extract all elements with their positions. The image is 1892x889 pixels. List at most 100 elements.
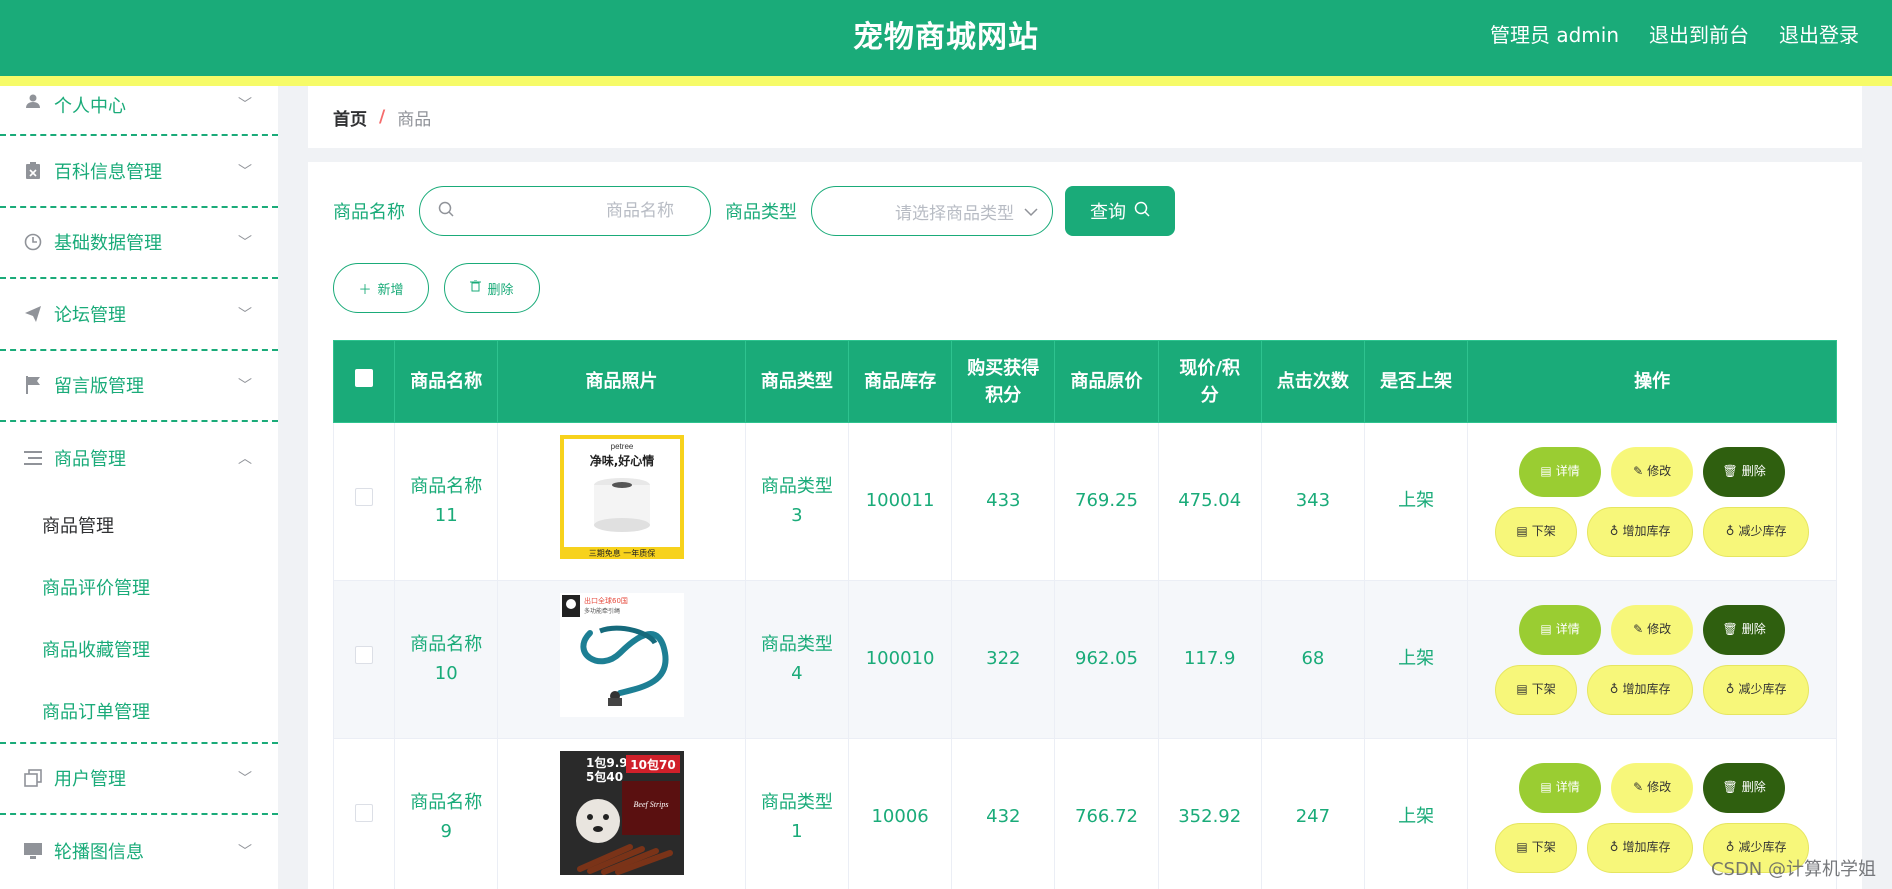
col-header-points: 购买获得 积分 xyxy=(951,340,1056,423)
cell-type: 商品类型 4 xyxy=(744,580,850,739)
bulb-icon: ♁ xyxy=(1609,523,1619,538)
search-row: 商品名称 商品类型 请选择商品类型 查询 xyxy=(333,186,1175,236)
name-line1: 商品名称 xyxy=(410,791,483,813)
menu-personal-center[interactable]: 个人中心 ﹀ xyxy=(0,86,278,136)
off-shelf-button[interactable]: ▤ 下架 xyxy=(1495,506,1578,557)
product-photo-leash[interactable]: 出口全球60国 多功能牵引绳 xyxy=(559,592,684,717)
menu-message-board[interactable]: 留言版管理 ﹀ xyxy=(0,351,278,422)
col-header-clicks: 点击次数 xyxy=(1260,340,1366,423)
off-shelf-button[interactable]: ▤ 下架 xyxy=(1495,664,1578,715)
select-all-cell xyxy=(333,340,396,423)
query-button[interactable]: 查询 xyxy=(1065,186,1175,236)
add-button[interactable]: ＋ 新增 xyxy=(333,263,429,313)
select-all-checkbox[interactable] xyxy=(355,369,374,387)
menu-label: 个人中心 xyxy=(54,96,126,117)
edit-icon: ✎ xyxy=(1633,621,1644,636)
menu-forum[interactable]: 论坛管理 ﹀ xyxy=(0,279,278,351)
edit-button[interactable]: ✎ 修改 xyxy=(1611,762,1694,813)
product-submenu: 商品管理 商品评价管理 商品收藏管理 商品订单管理 xyxy=(0,494,278,744)
bulb-icon: ♁ xyxy=(1725,523,1735,538)
submenu-item-product-review[interactable]: 商品评价管理 xyxy=(0,556,278,618)
clock-icon xyxy=(24,233,42,251)
photo-tag1: 出口全球60国 xyxy=(584,596,628,605)
chevron-down-icon: ﹀ xyxy=(238,843,252,860)
breadcrumb-home[interactable]: 首页 xyxy=(333,105,367,130)
menu-label: 论坛管理 xyxy=(54,304,126,326)
detail-button[interactable]: ▤ 详情 xyxy=(1519,446,1602,497)
cell-operations: ▤ 详情 ✎ 修改 🗑 删除 ▤ 下架 ♁ 增加库存 ♁ 减少库存 xyxy=(1467,580,1837,739)
menu-encyclopedia[interactable]: 百科信息管理 ﹀ xyxy=(0,136,278,208)
edit-button[interactable]: ✎ 修改 xyxy=(1611,446,1694,497)
admin-label[interactable]: 管理员 admin xyxy=(1490,19,1619,48)
logout-link[interactable]: 退出登录 xyxy=(1779,19,1859,48)
trash-icon: 🗑 xyxy=(1722,779,1738,794)
type-line2: 4 xyxy=(791,662,803,684)
cell-type: 商品类型 3 xyxy=(744,422,850,581)
delete-button[interactable]: 🗑 删除 xyxy=(1703,762,1786,813)
cell-clicks: 68 xyxy=(1260,580,1366,739)
detail-button[interactable]: ▤ 详情 xyxy=(1519,604,1602,655)
cell-clicks: 247 xyxy=(1260,738,1366,889)
menu-label: 用户管理 xyxy=(54,769,126,791)
header-accent-stripe xyxy=(0,76,1892,86)
content-card: 商品名称 商品类型 请选择商品类型 查询 ＋ 新增 xyxy=(308,162,1862,889)
product-name-search[interactable] xyxy=(419,186,711,236)
batch-delete-button[interactable]: 删除 xyxy=(444,263,540,313)
table-row: 商品名称 11 petree 净味,好心情 三期免息 一年质保 商品类型 3 1… xyxy=(333,422,1837,581)
delete-button[interactable]: 🗑 删除 xyxy=(1703,604,1786,655)
product-table: 商品名称 商品照片 商品类型 商品库存 购买获得 积分 商品原价 现价/积分 点击… xyxy=(333,340,1837,889)
edit-icon: ✎ xyxy=(1633,463,1644,478)
reduce-stock-button[interactable]: ♁ 减少库存 xyxy=(1703,506,1810,557)
menu-base-data[interactable]: 基础数据管理 ﹀ xyxy=(0,208,278,279)
flag-icon xyxy=(24,376,42,395)
off-shelf-button[interactable]: ▤ 下架 xyxy=(1495,822,1578,873)
table-row: 商品名称 10 出口全球60国 多功能牵引绳 商品类型 4 100010 322… xyxy=(333,580,1837,739)
photo-footer: 三期免息 一年质保 xyxy=(588,548,655,558)
cell-price: 352.92 xyxy=(1157,738,1262,889)
cell-price: 117.9 xyxy=(1157,580,1262,739)
name-line2: 10 xyxy=(434,662,458,684)
row-checkbox[interactable] xyxy=(355,646,374,665)
search-icon xyxy=(438,201,454,221)
row-checkbox[interactable] xyxy=(355,488,374,507)
send-icon xyxy=(24,305,42,323)
add-stock-button[interactable]: ♁ 增加库存 xyxy=(1587,822,1694,873)
col-header-price: 现价/积分 xyxy=(1157,340,1262,423)
menu-user-management[interactable]: 用户管理 ﹀ xyxy=(0,744,278,815)
menu-carousel[interactable]: 轮播图信息 ﹀ xyxy=(0,815,278,887)
name-line2: 9 xyxy=(440,820,452,842)
cell-stock: 100010 xyxy=(847,580,953,739)
cell-points: 433 xyxy=(951,422,1056,581)
add-stock-button[interactable]: ♁ 增加库存 xyxy=(1587,506,1694,557)
product-name-input[interactable] xyxy=(454,201,692,221)
cell-orig-price: 962.05 xyxy=(1054,580,1159,739)
product-photo-beef-strips[interactable]: 1包9.9 5包40 10包70 Beef Strips xyxy=(559,750,684,875)
submenu-item-product-order[interactable]: 商品订单管理 xyxy=(0,680,278,742)
col-header-points-l1: 购买获得 xyxy=(967,357,1040,379)
add-stock-button[interactable]: ♁ 增加库存 xyxy=(1587,664,1694,715)
product-type-label: 商品类型 xyxy=(725,202,797,223)
chevron-down-icon xyxy=(1024,202,1038,221)
cell-status: 上架 xyxy=(1364,422,1469,581)
chevron-down-icon: ﹀ xyxy=(238,235,252,252)
product-photo-purifier[interactable]: petree 净味,好心情 三期免息 一年质保 xyxy=(559,434,684,559)
table-header-row: 商品名称 商品照片 商品类型 商品库存 购买获得 积分 商品原价 现价/积分 点击… xyxy=(333,340,1837,423)
clipboard-icon xyxy=(24,161,42,180)
row-checkbox[interactable] xyxy=(355,804,374,823)
product-type-select[interactable]: 请选择商品类型 xyxy=(811,186,1053,236)
submenu-item-product[interactable]: 商品管理 xyxy=(0,494,278,556)
edit-button[interactable]: ✎ 修改 xyxy=(1611,604,1694,655)
back-to-frontend-link[interactable]: 退出到前台 xyxy=(1649,19,1749,48)
menu-product-management[interactable]: 商品管理 ︿ xyxy=(0,422,278,494)
reduce-stock-button[interactable]: ♁ 减少库存 xyxy=(1703,664,1810,715)
document-icon: ▤ xyxy=(1516,523,1528,538)
bulb-icon: ♁ xyxy=(1609,681,1619,696)
col-header-operations: 操作 xyxy=(1467,340,1837,423)
cell-name: 商品名称 10 xyxy=(394,580,499,739)
type-line1: 商品类型 xyxy=(760,475,833,497)
delete-button[interactable]: 🗑 删除 xyxy=(1703,446,1786,497)
bulb-icon: ♁ xyxy=(1725,681,1735,696)
detail-button[interactable]: ▤ 详情 xyxy=(1519,762,1602,813)
submenu-item-product-favorite[interactable]: 商品收藏管理 xyxy=(0,618,278,680)
batch-delete-label: 删除 xyxy=(487,282,514,298)
